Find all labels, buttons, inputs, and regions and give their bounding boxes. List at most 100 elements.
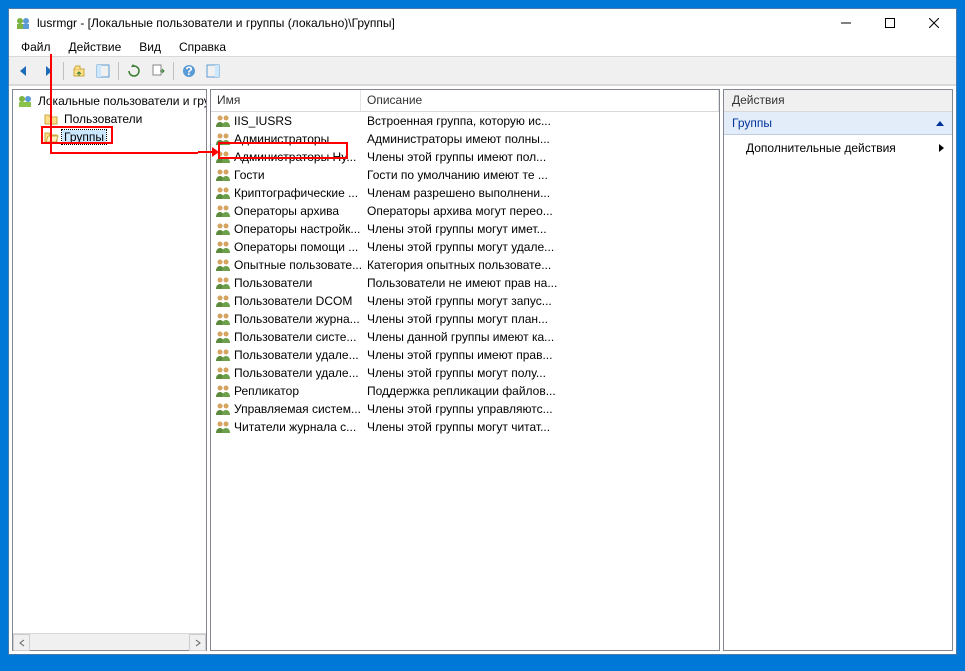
group-name-text: Пользователи удале... — [234, 348, 359, 362]
group-icon — [215, 114, 231, 128]
cell-name: Операторы настройк... — [211, 222, 361, 236]
export-button[interactable] — [147, 60, 169, 82]
list-row[interactable]: Криптографические ...Членам разрешено вы… — [211, 184, 719, 202]
cell-desc: Члены этой группы имеют прав... — [361, 348, 719, 362]
group-icon — [215, 420, 231, 434]
cell-desc: Члены этой группы могут запус... — [361, 294, 719, 308]
group-name-text: Операторы настройк... — [234, 222, 360, 236]
cell-desc: Гости по умолчанию имеют те ... — [361, 168, 719, 182]
tree-scrollbar[interactable] — [13, 633, 206, 650]
actions-more-label: Дополнительные действия — [746, 141, 896, 155]
list-row[interactable]: АдминистраторыАдминистраторы имеют полны… — [211, 130, 719, 148]
action-pane-button[interactable] — [202, 60, 224, 82]
cell-desc: Члены этой группы имеют пол... — [361, 150, 719, 164]
list-body[interactable]: IIS_IUSRSВстроенная группа, которую ис..… — [211, 112, 719, 650]
cell-desc: Поддержка репликации файлов... — [361, 384, 719, 398]
cell-name: Репликатор — [211, 384, 361, 398]
actions-section-groups[interactable]: Группы — [724, 112, 952, 135]
scroll-left-button[interactable] — [13, 634, 30, 651]
refresh-button[interactable] — [123, 60, 145, 82]
show-hide-tree-button[interactable] — [92, 60, 114, 82]
minimize-button[interactable] — [824, 9, 868, 37]
up-button[interactable] — [68, 60, 90, 82]
back-button[interactable] — [13, 60, 35, 82]
group-name-text: Управляемая систем... — [234, 402, 361, 416]
tree-groups-label: Группы — [62, 130, 106, 144]
cell-name: Администраторы — [211, 132, 361, 146]
window-title: lusrmgr - [Локальные пользователи и груп… — [37, 16, 824, 30]
group-icon — [215, 276, 231, 290]
group-name-text: Пользователи журна... — [234, 312, 360, 326]
close-button[interactable] — [912, 9, 956, 37]
list-row[interactable]: Пользователи удале...Члены этой группы и… — [211, 346, 719, 364]
list-row[interactable]: ПользователиПользователи не имеют прав н… — [211, 274, 719, 292]
tree-item-users[interactable]: Пользователи — [13, 110, 206, 128]
actions-section-label: Группы — [732, 116, 772, 130]
scroll-track[interactable] — [30, 634, 189, 650]
list-row[interactable]: Пользователи удале...Члены этой группы м… — [211, 364, 719, 382]
cell-name: Криптографические ... — [211, 186, 361, 200]
list-header: Имя Описание — [211, 90, 719, 112]
cell-desc: Члены этой группы могут удале... — [361, 240, 719, 254]
scroll-right-button[interactable] — [189, 634, 206, 651]
tree-view[interactable]: Локальные пользователи и гру Пользовател… — [13, 90, 206, 633]
list-row[interactable]: Операторы настройк...Члены этой группы м… — [211, 220, 719, 238]
collapse-icon — [936, 121, 944, 126]
list-row[interactable]: Пользователи журна...Члены этой группы м… — [211, 310, 719, 328]
folder-icon — [43, 111, 59, 127]
list-row[interactable]: IIS_IUSRSВстроенная группа, которую ис..… — [211, 112, 719, 130]
list-row[interactable]: ГостиГости по умолчанию имеют те ... — [211, 166, 719, 184]
group-name-text: Криптографические ... — [234, 186, 358, 200]
cell-desc: Члены этой группы могут полу... — [361, 366, 719, 380]
group-icon — [215, 168, 231, 182]
menu-action[interactable]: Действие — [61, 38, 130, 56]
menu-file[interactable]: Файл — [13, 38, 59, 56]
menu-view[interactable]: Вид — [131, 38, 169, 56]
group-name-text: Пользователи — [234, 276, 312, 290]
cell-name: Пользователи удале... — [211, 348, 361, 362]
group-name-text: Пользователи удале... — [234, 366, 359, 380]
cell-name: Операторы помощи ... — [211, 240, 361, 254]
cell-name: Пользователи удале... — [211, 366, 361, 380]
cell-desc: Члены этой группы могут имет... — [361, 222, 719, 236]
group-icon — [215, 222, 231, 236]
cell-name: Пользователи DCOM — [211, 294, 361, 308]
tree-root-label: Локальные пользователи и гру — [36, 94, 206, 108]
list-row[interactable]: Управляемая систем...Члены этой группы у… — [211, 400, 719, 418]
group-name-text: Операторы помощи ... — [234, 240, 358, 254]
list-row[interactable]: Читатели журнала с...Члены этой группы м… — [211, 418, 719, 436]
list-row[interactable]: Администраторы Hy...Члены этой группы им… — [211, 148, 719, 166]
group-icon — [215, 294, 231, 308]
folder-open-icon — [43, 129, 59, 145]
group-icon — [215, 384, 231, 398]
group-icon — [215, 258, 231, 272]
list-row[interactable]: Опытные пользовате...Категория опытных п… — [211, 256, 719, 274]
maximize-button[interactable] — [868, 9, 912, 37]
cell-name: Пользователи журна... — [211, 312, 361, 326]
list-row[interactable]: Операторы архиваОператоры архива могут п… — [211, 202, 719, 220]
list-row[interactable]: Пользователи систе...Члены данной группы… — [211, 328, 719, 346]
separator — [173, 62, 174, 80]
group-name-text: Операторы архива — [234, 204, 339, 218]
toolbar: ? — [9, 57, 956, 85]
column-name[interactable]: Имя — [211, 90, 361, 111]
menu-help[interactable]: Справка — [171, 38, 234, 56]
list-row[interactable]: Операторы помощи ...Члены этой группы мо… — [211, 238, 719, 256]
group-icon — [215, 348, 231, 362]
cell-desc: Членам разрешено выполнени... — [361, 186, 719, 200]
group-name-text: IIS_IUSRS — [234, 114, 292, 128]
titlebar[interactable]: lusrmgr - [Локальные пользователи и груп… — [9, 9, 956, 37]
tree-root[interactable]: Локальные пользователи и гру — [13, 92, 206, 110]
list-row[interactable]: Пользователи DCOMЧлены этой группы могут… — [211, 292, 719, 310]
cell-desc: Члены этой группы могут план... — [361, 312, 719, 326]
actions-more[interactable]: Дополнительные действия — [724, 135, 952, 161]
group-icon — [215, 186, 231, 200]
list-row[interactable]: РепликаторПоддержка репликации файлов... — [211, 382, 719, 400]
forward-button[interactable] — [37, 60, 59, 82]
group-icon — [215, 330, 231, 344]
group-icon — [215, 132, 231, 146]
column-desc[interactable]: Описание — [361, 90, 719, 111]
group-icon — [215, 366, 231, 380]
help-button[interactable]: ? — [178, 60, 200, 82]
tree-item-groups[interactable]: Группы — [13, 128, 206, 146]
